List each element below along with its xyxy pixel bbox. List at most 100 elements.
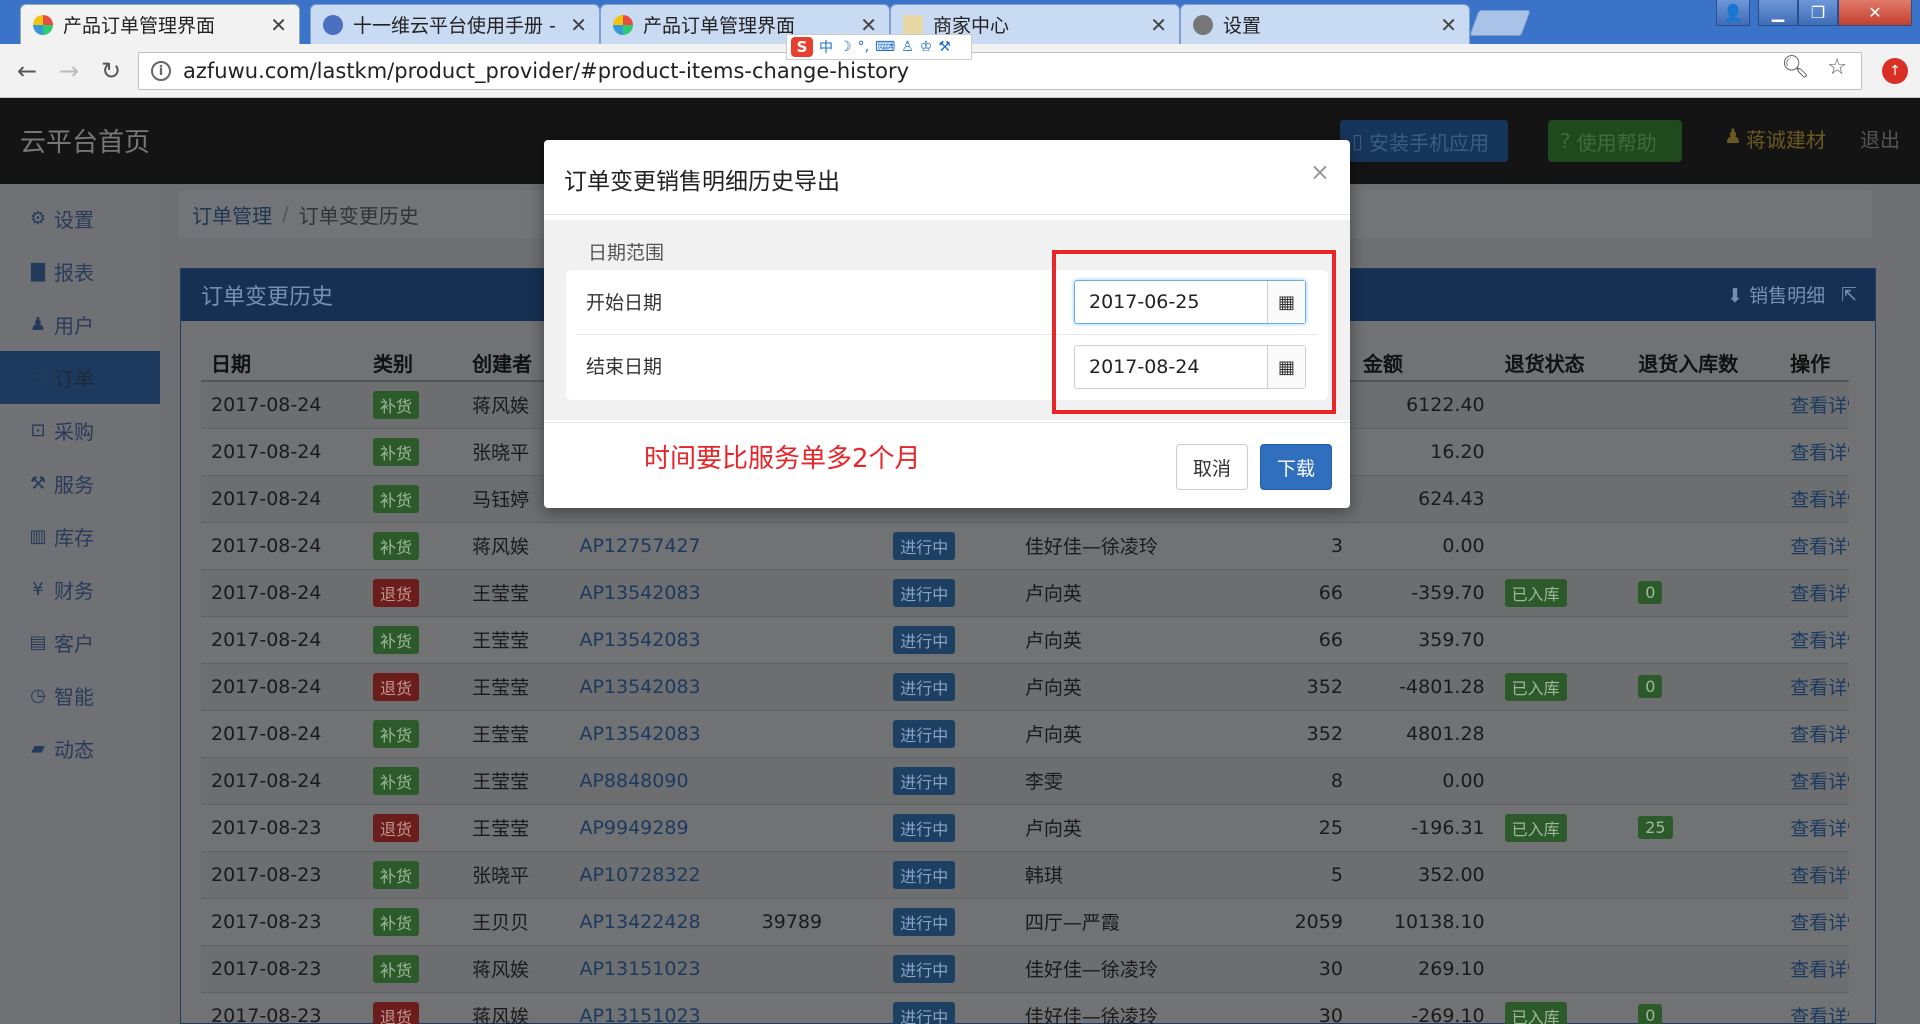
bar-chart-icon: ▇ xyxy=(31,261,45,282)
zoom-icon[interactable]: 🔍︎ xyxy=(1781,55,1809,80)
update-menu-icon[interactable]: ↑ xyxy=(1882,58,1908,84)
view-detail-link[interactable]: 查看详情 xyxy=(1790,583,1849,605)
type-badge: 补货 xyxy=(372,625,419,654)
sales-detail-button[interactable]: ⬇ 销售明细 xyxy=(1727,281,1825,308)
order-link[interactable]: AP9949289 xyxy=(579,817,688,839)
new-tab-button[interactable] xyxy=(1469,10,1531,36)
bookmark-star-icon[interactable]: ☆ xyxy=(1827,55,1847,80)
view-detail-link[interactable]: 查看详情 xyxy=(1790,771,1849,793)
cell-order: AP13422428 xyxy=(569,897,752,945)
sidebar-item-service[interactable]: ⚒ 服务 xyxy=(0,457,160,510)
help-icon: ? xyxy=(1560,129,1571,153)
browser-tab-1[interactable]: 产品订单管理界面 ✕ xyxy=(20,4,300,44)
sidebar-item-purchase[interactable]: ⊡ 采购 xyxy=(0,404,160,457)
sidebar-item-inventory[interactable]: ▥ 库存 xyxy=(0,510,160,563)
column-header-date[interactable]: 日期 xyxy=(201,345,363,382)
cell-date: 2017-08-24 xyxy=(201,662,363,710)
order-link[interactable]: AP13151023 xyxy=(579,1005,700,1024)
sidebar-item-label: 用户 xyxy=(54,314,94,338)
logout-link[interactable]: 退出 xyxy=(1860,124,1900,153)
sidebar-item-activity[interactable]: ▰ 动态 xyxy=(0,722,160,775)
brand-link[interactable]: 云平台首页 xyxy=(20,122,150,159)
sidebar-item-customers[interactable]: ▤ 客户 xyxy=(0,616,160,669)
cell-action: 查看详情 xyxy=(1780,897,1849,945)
order-link[interactable]: AP13542083 xyxy=(579,629,700,651)
view-detail-link[interactable]: 查看详情 xyxy=(1790,677,1849,699)
view-detail-link[interactable]: 查看详情 xyxy=(1790,1006,1849,1024)
minimize-button[interactable]: ▁ xyxy=(1758,0,1798,26)
cell-qty: 66 xyxy=(1257,568,1353,616)
cancel-button[interactable]: 取消 xyxy=(1176,444,1248,490)
help-button[interactable]: ? 使用帮助 xyxy=(1548,120,1682,162)
order-link[interactable]: AP13151023 xyxy=(579,958,700,980)
column-header-actions: 操作 xyxy=(1780,345,1849,382)
cell-order: AP8848090 xyxy=(569,756,752,804)
sidebar-item-orders[interactable]: ☰ 订单 xyxy=(0,351,160,404)
sidebar-item-users[interactable]: ♟ 用户 xyxy=(0,298,160,351)
view-detail-link[interactable]: 查看详情 xyxy=(1790,442,1849,464)
return-qty-badge: 25 xyxy=(1638,816,1673,839)
sidebar-item-smart[interactable]: ◷ 智能 xyxy=(0,669,160,722)
order-link[interactable]: AP13542083 xyxy=(579,676,700,698)
view-detail-link[interactable]: 查看详情 xyxy=(1790,489,1849,511)
view-detail-link[interactable]: 查看详情 xyxy=(1790,959,1849,981)
order-link[interactable]: AP13542083 xyxy=(579,723,700,745)
close-tab-icon[interactable]: ✕ xyxy=(1440,13,1457,37)
reload-icon[interactable]: ↻ xyxy=(96,56,126,86)
restore-button[interactable]: ❐ xyxy=(1798,0,1838,26)
profile-icon[interactable]: 👤 xyxy=(1716,0,1750,26)
order-link[interactable]: AP8848090 xyxy=(579,770,688,792)
cell-action: 查看详情 xyxy=(1780,521,1849,569)
close-tab-icon[interactable]: ✕ xyxy=(270,13,287,37)
install-app-button[interactable]: ▯ 安装手机应用 xyxy=(1340,120,1508,162)
browser-tab-2[interactable]: 十一维云平台使用手册 - ✕ xyxy=(310,4,600,44)
close-window-button[interactable]: ✕ xyxy=(1838,0,1912,26)
view-detail-link[interactable]: 查看详情 xyxy=(1790,536,1849,558)
download-button[interactable]: 下载 xyxy=(1260,444,1332,490)
moon-icon[interactable]: ☽ xyxy=(839,39,852,55)
status-badge: 进行中 xyxy=(893,954,956,983)
view-detail-link[interactable]: 查看详情 xyxy=(1790,724,1849,746)
keyboard-icon[interactable]: ⌨ xyxy=(875,39,895,55)
close-icon[interactable]: × xyxy=(1310,158,1330,186)
punctuation-icon[interactable]: °, xyxy=(858,39,869,55)
forward-arrow-icon[interactable]: → xyxy=(54,56,84,86)
close-tab-icon[interactable]: ✕ xyxy=(1150,13,1167,37)
column-header-return-status[interactable]: 退货状态 xyxy=(1494,345,1629,382)
order-link[interactable]: AP13542083 xyxy=(579,582,700,604)
shirt-icon[interactable]: ♔ xyxy=(920,39,933,55)
tab-title: 十一维云平台使用手册 - xyxy=(353,15,556,37)
breadcrumb-root-link[interactable]: 订单管理 xyxy=(192,200,272,229)
user-menu[interactable]: ♟ 蒋诚建材 xyxy=(1724,124,1826,153)
url-field[interactable]: i azfuwu.com/lastkm/product_provider/#pr… xyxy=(138,52,1862,90)
close-tab-icon[interactable]: ✕ xyxy=(860,13,877,37)
close-tab-icon[interactable]: ✕ xyxy=(570,13,587,37)
order-link[interactable]: AP10728322 xyxy=(579,864,700,886)
view-detail-link[interactable]: 查看详情 xyxy=(1790,865,1849,887)
browser-tab-5[interactable]: 设置 ✕ xyxy=(1180,4,1470,44)
sidebar-item-settings[interactable]: ⚙ 设置 xyxy=(0,192,160,245)
sidebar-item-finance[interactable]: ¥ 财务 xyxy=(0,563,160,616)
back-arrow-icon[interactable]: ← xyxy=(12,56,42,86)
view-detail-link[interactable]: 查看详情 xyxy=(1790,630,1849,652)
cell-customer: 卢向英 xyxy=(1014,615,1258,663)
site-favicon-icon xyxy=(33,14,53,35)
column-header-type[interactable]: 类别 xyxy=(362,345,463,382)
url-text[interactable]: azfuwu.com/lastkm/product_provider/#prod… xyxy=(183,59,909,83)
column-header-amount[interactable]: 金额 xyxy=(1352,345,1495,382)
ime-toolbar[interactable]: S 中 ☽ °, ⌨ ♙ ♔ ⚒ xyxy=(786,34,972,60)
column-header-return-qty[interactable]: 退货入库数 xyxy=(1628,345,1781,382)
view-detail-link[interactable]: 查看详情 xyxy=(1790,395,1849,417)
order-link[interactable]: AP13422428 xyxy=(579,911,700,933)
sidebar-item-reports[interactable]: ▇ 报表 xyxy=(0,245,160,298)
table-row: 2017-08-24 退货 王莹莹 AP13542083 进行中 卢向英 66 -359.70… xyxy=(201,568,1849,616)
export-icon[interactable]: ⇱ xyxy=(1841,284,1857,306)
view-detail-link[interactable]: 查看详情 xyxy=(1790,818,1849,840)
ime-mode[interactable]: 中 xyxy=(819,37,833,57)
wrench-icon[interactable]: ⚒ xyxy=(938,39,951,55)
view-detail-link[interactable]: 查看详情 xyxy=(1790,912,1849,934)
order-link[interactable]: AP12757427 xyxy=(579,535,700,557)
person-icon[interactable]: ♙ xyxy=(901,39,914,55)
cell-customer: 四厅—严霞 xyxy=(1014,897,1258,945)
info-icon[interactable]: i xyxy=(151,61,171,81)
